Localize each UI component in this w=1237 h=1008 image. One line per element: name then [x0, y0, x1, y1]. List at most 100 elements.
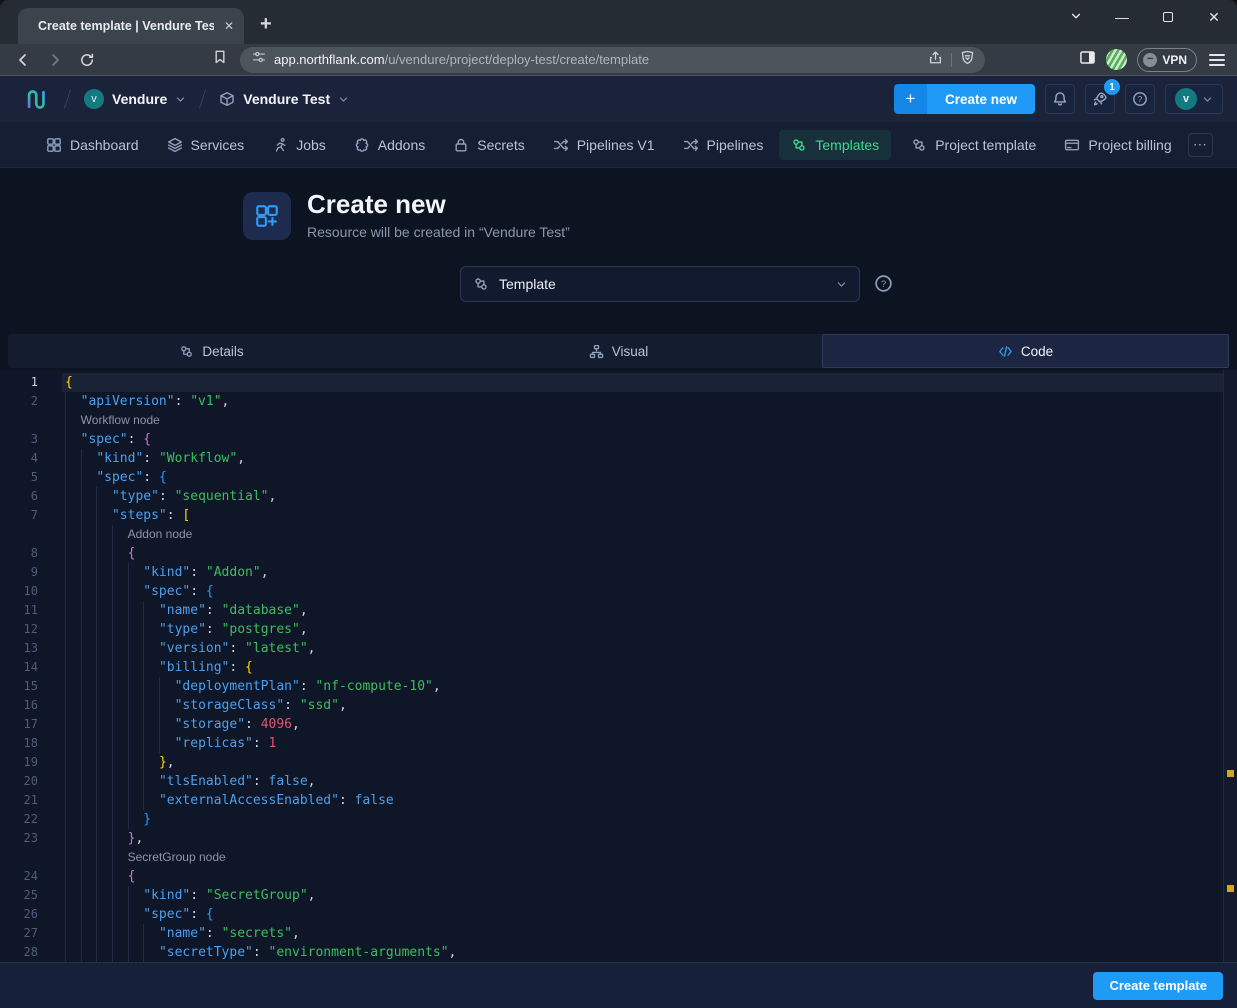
url-divider: [951, 53, 952, 67]
scrollbar-warning-marker: [1227, 770, 1234, 777]
resource-type-select[interactable]: Template: [460, 266, 860, 302]
jobs-icon: [272, 137, 288, 153]
back-button[interactable]: [10, 47, 36, 73]
breadcrumb-project[interactable]: Vendure Test: [219, 91, 349, 107]
whats-new-button[interactable]: 1: [1085, 84, 1115, 114]
editor-line-3[interactable]: 3"spec": {: [0, 430, 1237, 449]
editor-line-2[interactable]: 2"apiVersion": "v1",: [0, 392, 1237, 411]
line-number: 22: [0, 810, 62, 829]
nav-item-services[interactable]: Services: [155, 130, 257, 160]
line-number: 13: [0, 639, 62, 658]
editor-line-8[interactable]: 8{: [0, 544, 1237, 563]
editor-line-20[interactable]: 20"tlsEnabled": false,: [0, 772, 1237, 791]
window-maximize-button[interactable]: [1145, 9, 1191, 25]
url-bar[interactable]: app.northflank.com/u/vendure/project/dep…: [240, 47, 985, 73]
help-icon[interactable]: ?: [874, 274, 893, 298]
editor-line-9[interactable]: 9"kind": "Addon",: [0, 563, 1237, 582]
line-number: 11: [0, 601, 62, 620]
plus-icon: +: [894, 84, 927, 114]
notifications-button[interactable]: [1045, 84, 1075, 114]
editor-line-1[interactable]: 1{: [0, 373, 1237, 392]
editor-line-7[interactable]: 7"steps": [: [0, 506, 1237, 525]
editor-line-18[interactable]: 18"replicas": 1: [0, 734, 1237, 753]
tab-visual[interactable]: Visual: [415, 334, 822, 368]
breadcrumb-org[interactable]: v Vendure: [84, 89, 186, 109]
editor-line-22[interactable]: 22}: [0, 810, 1237, 829]
services-icon: [167, 137, 183, 153]
editor-line-17[interactable]: 17"storage": 4096,: [0, 715, 1237, 734]
nav-item-jobs[interactable]: Jobs: [260, 130, 338, 160]
window-minimize-button[interactable]: —: [1099, 9, 1145, 25]
nav-item-project-template[interactable]: Project template: [899, 130, 1048, 160]
create-new-button[interactable]: + Create new: [894, 84, 1035, 114]
editor-line-6[interactable]: 6"type": "sequential",: [0, 487, 1237, 506]
new-tab-button[interactable]: +: [260, 13, 272, 36]
nav-item-addons[interactable]: Addons: [342, 130, 437, 160]
nav-more-button[interactable]: ⋯: [1188, 133, 1213, 157]
tab-details[interactable]: Details: [8, 334, 415, 368]
help-button[interactable]: ?: [1125, 84, 1155, 114]
nav-item-pipelines-v1[interactable]: Pipelines V1: [541, 130, 667, 160]
window-close-button[interactable]: ✕: [1191, 9, 1237, 26]
line-number: 20: [0, 772, 62, 791]
forward-button[interactable]: [42, 47, 68, 73]
tab-close-icon[interactable]: ✕: [222, 19, 236, 33]
editor-line-27[interactable]: 27"name": "secrets",: [0, 924, 1237, 943]
editor-line-25[interactable]: 25"kind": "SecretGroup",: [0, 886, 1237, 905]
template-icon: [791, 137, 807, 153]
share-icon[interactable]: [928, 50, 943, 70]
line-number: 2: [0, 392, 62, 411]
editor-line-24[interactable]: 24{: [0, 867, 1237, 886]
user-menu-button[interactable]: v: [1165, 84, 1223, 114]
nav-item-secrets[interactable]: Secrets: [441, 130, 536, 160]
editor-line-14[interactable]: 14"billing": {: [0, 658, 1237, 677]
editor-line-11[interactable]: 11"name": "database",: [0, 601, 1237, 620]
nav-item-project-billing[interactable]: Project billing: [1052, 130, 1183, 160]
browser-tab[interactable]: Create template | Vendure Test | ✕: [18, 8, 244, 44]
editor-line-16[interactable]: 16"storageClass": "ssd",: [0, 696, 1237, 715]
create-template-button[interactable]: Create template: [1093, 972, 1223, 1000]
sidebar-toggle-icon[interactable]: [1079, 49, 1096, 71]
line-number: 17: [0, 715, 62, 734]
code-editor[interactable]: 1{2"apiVersion": "v1",Workflow node3"spe…: [0, 370, 1237, 962]
url-text[interactable]: app.northflank.com/u/vendure/project/dep…: [274, 52, 920, 67]
editor-line-26[interactable]: 26"spec": {: [0, 905, 1237, 924]
editor-line-19[interactable]: 19},: [0, 753, 1237, 772]
editor-node-label: Workflow node: [0, 411, 1237, 430]
scrollbar-warning-marker: [1227, 885, 1234, 892]
editor-line-23[interactable]: 23},: [0, 829, 1237, 848]
editor-line-4[interactable]: 4"kind": "Workflow",: [0, 449, 1237, 468]
line-number: 21: [0, 791, 62, 810]
nav-item-pipelines[interactable]: Pipelines: [671, 130, 776, 160]
editor-line-10[interactable]: 10"spec": {: [0, 582, 1237, 601]
editor-scrollbar[interactable]: [1223, 370, 1237, 962]
notification-badge: 1: [1104, 79, 1120, 95]
editor-line-28[interactable]: 28"secretType": "environment-arguments",: [0, 943, 1237, 962]
vpn-button[interactable]: − VPN: [1137, 48, 1197, 72]
editor-line-15[interactable]: 15"deploymentPlan": "nf-compute-10",: [0, 677, 1237, 696]
line-number: 14: [0, 658, 62, 677]
northflank-logo[interactable]: [24, 86, 51, 113]
line-number: 3: [0, 430, 62, 449]
nav-item-templates[interactable]: Templates: [779, 130, 891, 160]
svg-text:?: ?: [881, 279, 886, 290]
line-number: 10: [0, 582, 62, 601]
browser-updates-chevron-icon[interactable]: [1053, 9, 1099, 25]
editor-line-21[interactable]: 21"externalAccessEnabled": false: [0, 791, 1237, 810]
editor-line-12[interactable]: 12"type": "postgres",: [0, 620, 1237, 639]
chevron-down-icon[interactable]: [338, 94, 349, 105]
browser-menu-icon[interactable]: [1207, 50, 1227, 70]
bookmark-icon[interactable]: [212, 49, 228, 70]
reload-button[interactable]: [74, 47, 100, 73]
editor-line-5[interactable]: 5"spec": {: [0, 468, 1237, 487]
brave-shield-icon[interactable]: [960, 50, 975, 70]
create-hero: Create new Resource will be created in “…: [0, 168, 1237, 332]
line-number: 8: [0, 544, 62, 563]
line-number: 16: [0, 696, 62, 715]
chevron-down-icon[interactable]: [175, 94, 186, 105]
extension-icon[interactable]: [1106, 49, 1127, 70]
site-settings-icon[interactable]: [252, 50, 266, 69]
tab-code[interactable]: Code: [822, 334, 1229, 368]
editor-line-13[interactable]: 13"version": "latest",: [0, 639, 1237, 658]
nav-item-dashboard[interactable]: Dashboard: [34, 130, 151, 160]
